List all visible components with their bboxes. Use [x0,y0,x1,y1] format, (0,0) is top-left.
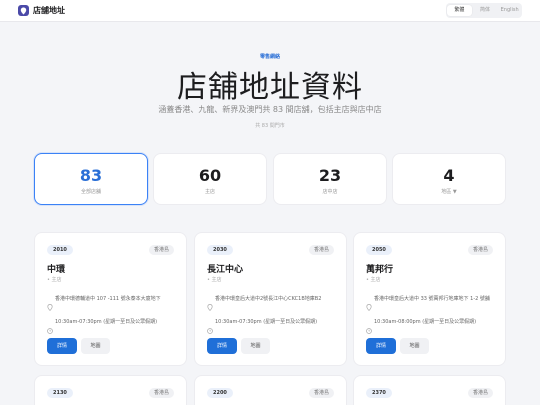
store-card: 2370 香港島 [353,375,506,405]
map-button[interactable]: 地圖 [81,338,110,354]
store-card: 2010 香港島 中環 • 主店 香港中環德輔道中 107 -111 號永泰本大… [34,232,187,366]
store-code-badge: 2010 [47,245,73,255]
stat-value: 4 [443,166,455,185]
store-name: 長江中心 [207,265,244,275]
lang-english[interactable]: English [497,3,522,18]
clock-icon [366,319,374,338]
store-type-label: 主店 [51,277,62,283]
store-code-badge: 2200 [207,388,233,398]
address-row: 香港中環皇后大道中2號長江中心CKC1B地庫B2 [207,296,337,315]
stat-value: 83 [79,166,103,185]
store-name: 萬邦行 [366,265,394,275]
stat-label: 全部店舖 [80,189,101,195]
stat-all-stores[interactable]: 83 全部店舖 [34,153,148,205]
store-code-badge: 2130 [47,388,73,398]
hours-row: 10:30am-07:30pm (星期一至日及公眾假期) [207,319,337,338]
store-code-badge: 2370 [366,388,392,398]
map-button[interactable]: 地圖 [241,338,270,354]
store-name: 中環 [47,265,66,275]
logo-icon [18,5,29,16]
store-address: 香港中環皇后大道中 33 號萬邦行地庫地下 1-2 號舖 [374,296,490,302]
hours-row: 10:30am-07:30pm (星期一至日及公眾假期) [47,319,177,338]
store-card: 2130 香港島 [34,375,187,405]
region-badge: 香港島 [467,388,493,398]
lang-simplified[interactable]: 简体 [473,3,498,18]
region-badge: 香港島 [467,245,493,255]
location-pin-icon [47,296,55,315]
store-type: • 主店 [366,277,381,283]
store-address: 香港中環皇后大道中2號長江中心CKC1B地庫B2 [215,296,322,302]
stat-label: 店中店 [322,189,338,195]
store-type: • 主店 [207,277,222,283]
stat-value: 60 [198,166,222,185]
language-switcher: 繁體 简体 English [446,3,522,18]
details-button[interactable]: 詳情 [207,338,237,354]
store-address: 香港中環德輔道中 107 -111 號永泰本大廈地下 [55,296,161,302]
lang-traditional[interactable]: 繁體 [447,5,472,16]
store-card: 2200 香港島 [194,375,347,405]
store-type-label: 主店 [211,277,222,283]
details-button[interactable]: 詳情 [47,338,77,354]
clock-icon [47,319,55,338]
store-code-badge: 2050 [366,245,392,255]
address-row: 香港中環德輔道中 107 -111 號永泰本大廈地下 [47,296,177,315]
hero-subtitle: 涵蓋香港、九龍、新界及澳門共 83 間店舖，包括主店與店中店 [158,105,382,114]
stat-value: 23 [318,166,342,185]
region-badge: 香港島 [148,245,174,255]
store-card: 2050 香港島 萬邦行 • 主店 香港中環皇后大道中 33 號萬邦行地庫地下 … [353,232,506,366]
store-card: 2030 香港島 長江中心 • 主店 香港中環皇后大道中2號長江中心CKC1B地… [194,232,347,366]
stat-shop-in-shop[interactable]: 23 店中店 [273,153,387,205]
brand-title: 店舖地址 [33,6,65,15]
store-hours: 10:30am-07:30pm (星期一至日及公眾假期) [55,319,158,325]
location-pin-icon [366,296,374,315]
location-pin-icon [207,296,215,315]
store-hours: 10:30am-08:00pm (星期一至日及公眾假期) [374,319,477,325]
stat-label: 地區 ▼ [441,189,457,195]
stat-main-stores[interactable]: 60 主店 [153,153,267,205]
region-badge: 香港島 [308,245,334,255]
hero-eyebrow: 零售網絡 [259,54,280,60]
stat-label: 主店 [204,189,215,195]
store-type: • 主店 [47,277,62,283]
clock-icon [207,319,215,338]
hours-row: 10:30am-08:00pm (星期一至日及公眾假期) [366,319,496,338]
address-row: 香港中環皇后大道中 33 號萬邦行地庫地下 1-2 號舖 [366,296,496,315]
region-badge: 香港島 [148,388,174,398]
top-bar: 店舖地址 繁體 简体 English [0,0,540,22]
store-count: 共 83 間門市 [255,123,285,129]
page-title: 店舖地址資料 [177,70,363,105]
region-badge: 香港島 [308,388,334,398]
store-type-label: 主店 [370,277,381,283]
details-button[interactable]: 詳情 [366,338,396,354]
stat-regions-dropdown[interactable]: 4 地區 ▼ [392,153,506,205]
store-hours: 10:30am-07:30pm (星期一至日及公眾假期) [215,319,318,325]
map-button[interactable]: 地圖 [400,338,429,354]
store-code-badge: 2030 [207,245,233,255]
